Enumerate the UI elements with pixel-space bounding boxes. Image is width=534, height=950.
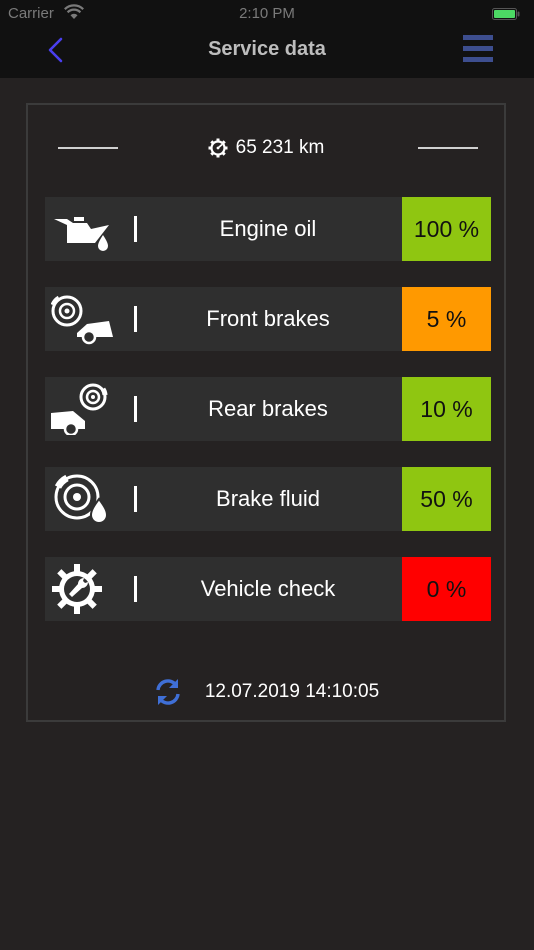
status-time: 2:10 PM	[239, 5, 295, 22]
service-item-vehicle-check[interactable]: Vehicle check 0 %	[45, 557, 491, 621]
last-update: 12.07.2019 14:10:05	[28, 675, 504, 709]
service-data-panel: 65 231 km Engine oil 100 % Front brakes …	[26, 103, 506, 722]
row-separator	[134, 396, 137, 422]
service-item-rear-brakes[interactable]: Rear brakes 10 %	[45, 377, 491, 441]
service-item-label: Front brakes	[206, 306, 330, 331]
row-separator	[134, 306, 137, 332]
odometer: 65 231 km	[28, 133, 504, 163]
oil-can-icon	[54, 217, 109, 251]
service-item-label: Rear brakes	[208, 396, 328, 421]
service-item-percent: 10 %	[402, 377, 491, 441]
row-separator	[134, 216, 137, 242]
battery-icon	[492, 8, 520, 20]
service-item-label: Brake fluid	[216, 486, 320, 511]
service-item-engine-oil[interactable]: Engine oil 100 %	[45, 197, 491, 261]
service-item-percent: 0 %	[402, 557, 491, 621]
divider-right	[418, 147, 478, 149]
service-item-label: Engine oil	[219, 216, 317, 241]
service-item-percent: 100 %	[402, 197, 491, 261]
row-separator	[134, 576, 137, 602]
last-update-timestamp: 12.07.2019 14:10:05	[204, 681, 380, 702]
row-separator	[134, 486, 137, 512]
service-item-brake-fluid[interactable]: Brake fluid 50 %	[45, 467, 491, 531]
hamburger-menu-icon[interactable]	[462, 33, 494, 65]
navigation-bar: Service data	[0, 28, 534, 78]
status-bar: Carrier 2:10 PM	[0, 0, 534, 28]
service-item-label: Vehicle check	[200, 576, 336, 601]
odometer-gear-icon	[208, 138, 228, 158]
brake-fluid-icon	[54, 474, 109, 524]
front-brake-icon	[51, 295, 113, 345]
odometer-value: 65 231 km	[235, 137, 325, 158]
refresh-icon[interactable]	[153, 677, 183, 707]
rear-brake-icon	[51, 383, 108, 435]
vehicle-check-icon	[52, 564, 102, 614]
page-title: Service data	[208, 38, 326, 60]
service-item-front-brakes[interactable]: Front brakes 5 %	[45, 287, 491, 351]
service-item-percent: 50 %	[402, 467, 491, 531]
service-item-percent: 5 %	[402, 287, 491, 351]
